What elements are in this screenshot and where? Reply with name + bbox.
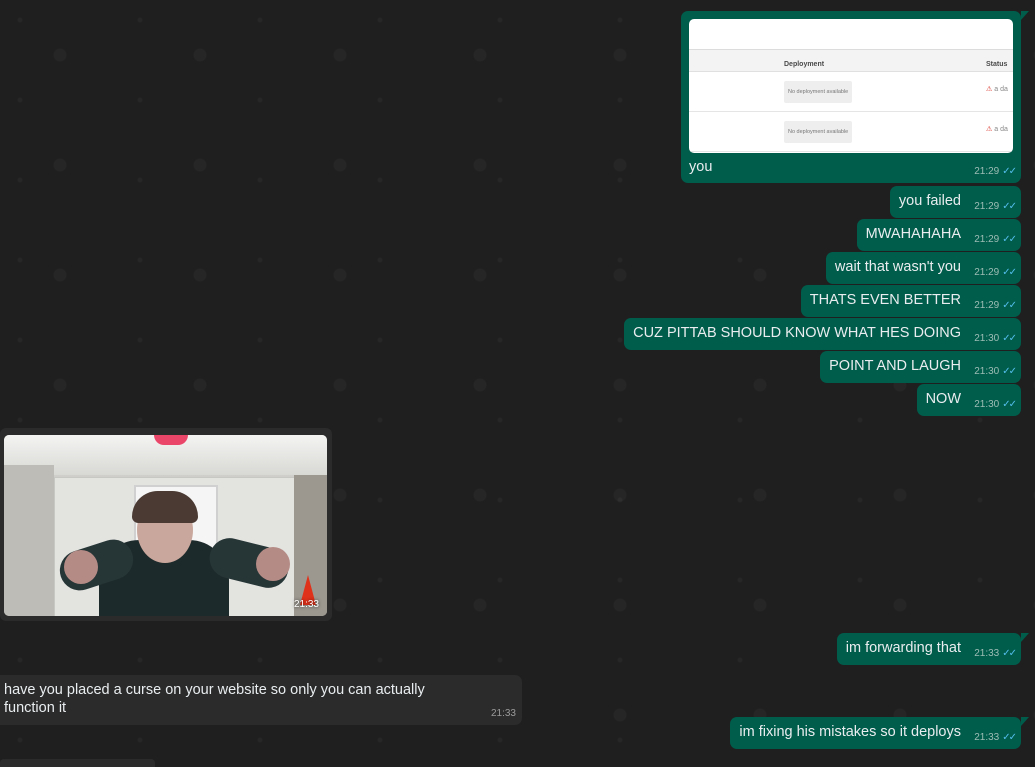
outgoing-message[interactable]: NOW 21:30 ✓✓	[916, 384, 1021, 416]
warning-icon: ⚠ a da	[986, 86, 1008, 93]
table-row: No deployment available ⚠ a da	[689, 71, 1013, 112]
message-time: 21:33	[490, 708, 516, 719]
status-text: a da	[994, 86, 1008, 93]
message-meta: 21:33 ✓✓	[974, 729, 1017, 747]
message-time: 21:29	[974, 201, 1000, 212]
status-text: a da	[994, 126, 1008, 133]
message-meta: 21:29 ✓✓	[974, 231, 1017, 249]
double-check-icon: ✓✓	[1002, 399, 1017, 410]
outgoing-message[interactable]: im fixing his mistakes so it deploys 21:…	[730, 717, 1029, 749]
message-text: have you placed a curse on your website …	[4, 682, 425, 716]
double-check-icon: ✓✓	[1002, 333, 1017, 344]
message-meta: 21:29 ✓✓	[974, 163, 1017, 181]
message-text: NOW	[925, 391, 961, 407]
warning-icon: ⚠ a da	[986, 126, 1008, 133]
message-meta: 21:33	[491, 705, 516, 723]
message-meta: 21:29 ✓✓	[974, 297, 1017, 315]
message-time: 21:30	[974, 366, 1000, 377]
double-check-icon: ✓✓	[1002, 732, 1017, 743]
message-text: POINT AND LAUGH	[829, 358, 961, 374]
video-message[interactable]: 21:33	[0, 428, 332, 621]
scene-wall	[4, 465, 54, 616]
person-fist	[64, 550, 98, 584]
message-time: 21:30	[974, 333, 1000, 344]
message-meta: 21:29 ✓✓	[974, 264, 1017, 282]
message-time: 21:29	[974, 300, 1000, 311]
message-meta: 21:30 ✓✓	[974, 363, 1017, 381]
double-check-icon: ✓✓	[1002, 201, 1017, 212]
message-text: MWAHAHAHA	[865, 226, 961, 242]
message-meta: 21:30 ✓✓	[974, 330, 1017, 348]
image-message[interactable]: Deployment Status No deployment availabl…	[681, 11, 1029, 183]
message-text: you failed	[898, 193, 961, 209]
double-check-icon: ✓✓	[1002, 300, 1017, 311]
double-check-icon: ✓✓	[1002, 267, 1017, 278]
message-time: 21:29	[974, 166, 1000, 177]
double-check-icon: ✓✓	[1002, 366, 1017, 377]
message-meta: 21:29 ✓✓	[974, 198, 1017, 216]
message-text: THATS EVEN BETTER	[809, 292, 961, 308]
outgoing-message[interactable]: POINT AND LAUGH 21:30 ✓✓	[820, 351, 1021, 383]
message-meta: 21:30 ✓✓	[974, 396, 1017, 414]
table-row: No deployment available ⚠ a da	[689, 111, 1013, 152]
outgoing-message[interactable]: THATS EVEN BETTER 21:29 ✓✓	[800, 285, 1021, 317]
outgoing-message[interactable]: wait that wasn't you 21:29 ✓✓	[825, 252, 1021, 284]
double-check-icon: ✓✓	[1002, 166, 1017, 177]
scene-lamp	[154, 435, 188, 445]
outgoing-message[interactable]: CUZ PITTAB SHOULD KNOW WHAT HES DOING 21…	[624, 318, 1021, 350]
message-text: CUZ PITTAB SHOULD KNOW WHAT HES DOING	[633, 325, 961, 341]
deployment-pill: No deployment available	[784, 121, 853, 143]
message-time: 21:30	[974, 399, 1000, 410]
person-fist	[256, 547, 290, 581]
message-time: 21:33	[974, 648, 1000, 659]
outgoing-message[interactable]: im forwarding that 21:33 ✓✓	[836, 633, 1030, 665]
message-text: im fixing his mistakes so it deploys	[739, 724, 961, 740]
deployment-pill: No deployment available	[784, 81, 853, 103]
message-meta: 21:33 ✓✓	[974, 645, 1017, 663]
message-text: im forwarding that	[845, 640, 961, 656]
message-time: 21:33	[974, 732, 1000, 743]
message-time: 21:29	[974, 234, 1000, 245]
outgoing-message[interactable]: MWAHAHAHA 21:29 ✓✓	[856, 219, 1021, 251]
message-time: 21:33	[293, 599, 319, 610]
message-text: wait that wasn't you	[834, 259, 961, 275]
double-check-icon: ✓✓	[1002, 234, 1017, 245]
table-header: Deployment Status	[689, 49, 1013, 72]
message-time: 21:29	[974, 267, 1000, 278]
incoming-message[interactable]: have you placed a curse on your website …	[0, 675, 522, 725]
person-hair	[132, 491, 198, 523]
double-check-icon: ✓✓	[1002, 648, 1017, 659]
screenshot-image[interactable]: Deployment Status No deployment availabl…	[689, 19, 1013, 153]
image-caption: you	[689, 159, 713, 175]
video-thumbnail[interactable]: 21:33	[4, 435, 327, 616]
outgoing-message[interactable]: you failed 21:29 ✓✓	[889, 186, 1021, 218]
partial-incoming-message	[0, 759, 155, 767]
